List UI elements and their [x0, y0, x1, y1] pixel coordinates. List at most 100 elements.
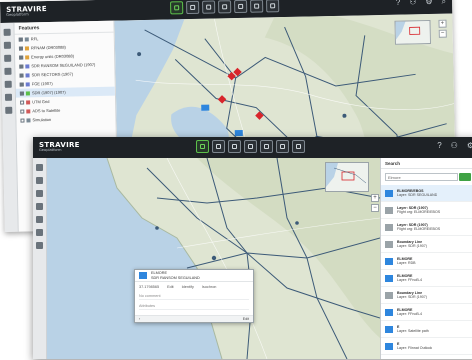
zoom-out-button[interactable]: − — [438, 29, 447, 38]
layer-checkbox[interactable] — [18, 37, 23, 42]
popup-subtitle: SDR RANSOM SEGUILAND — [151, 275, 200, 280]
popup-footer: ‹ Edit — [135, 315, 253, 322]
map-tool-button[interactable] — [170, 1, 184, 15]
map-icon — [200, 144, 205, 149]
person-rail-icon[interactable] — [4, 80, 12, 88]
layer-checkbox[interactable] — [19, 64, 24, 69]
layer-checkbox[interactable] — [20, 100, 25, 105]
result-subtitle: Flight org: ELMORE/EBOS — [397, 227, 441, 231]
chat-tool-button[interactable] — [186, 0, 200, 15]
calendar-tool-button[interactable] — [250, 0, 264, 13]
layer-checkbox[interactable] — [19, 55, 24, 60]
popup-edit-button[interactable]: Edit — [243, 317, 249, 321]
calendar-icon — [280, 144, 285, 149]
popup-edit-action[interactable]: Edit — [167, 285, 174, 289]
search-result[interactable]: E Layer: Flinnat Outlook — [381, 338, 472, 355]
routes-tool-button[interactable] — [244, 140, 257, 153]
layers-icon — [296, 144, 301, 149]
layer-row[interactable]: Simulation — [16, 114, 115, 125]
layer-checkbox[interactable] — [20, 109, 25, 114]
layers-rail-icon[interactable] — [36, 164, 43, 171]
popup-attributes-field[interactable]: Attributes — [139, 304, 249, 310]
layer-checkbox[interactable] — [19, 82, 24, 87]
zoom-out-button[interactable]: − — [371, 204, 379, 212]
document-tool-button[interactable] — [202, 0, 216, 14]
layer-checkbox[interactable] — [19, 91, 24, 96]
star-rail-icon[interactable] — [36, 203, 43, 210]
popup-identify-action[interactable]: Identify — [182, 285, 194, 289]
lock-rail-icon[interactable] — [36, 229, 43, 236]
layer-swatch-icon — [25, 54, 30, 59]
result-subtitle: Layer: RDB — [397, 261, 416, 265]
map-tool-button[interactable] — [196, 140, 209, 153]
calendar-icon — [254, 3, 260, 9]
search-result[interactable]: Layer: SDR (1907) Flight org: ELMORE/EBOS — [381, 219, 472, 236]
layer-label: SDR SECTORS (1907) — [31, 71, 74, 78]
layer-label: SDR RANSOM SEGUILAND (1907) — [31, 62, 96, 69]
result-type-icon — [385, 240, 393, 248]
zoom-in-button[interactable]: + — [438, 19, 447, 28]
sliders-tool-button[interactable] — [234, 0, 248, 14]
star-rail-icon[interactable] — [4, 67, 12, 75]
result-type-icon — [385, 291, 393, 299]
transport-rail-icon[interactable] — [36, 242, 43, 249]
layer-checkbox[interactable] — [18, 46, 24, 51]
person-rail-icon[interactable] — [36, 216, 43, 223]
layers-tool-button[interactable] — [266, 0, 280, 13]
search-button[interactable] — [459, 173, 471, 181]
search-input[interactable]: Elmore — [385, 173, 458, 181]
chat-icon — [190, 4, 196, 11]
layer-swatch-icon — [24, 45, 30, 50]
layer-label: Simulation — [32, 116, 52, 123]
search-result[interactable]: ELMORE/EBOS Layer: SDR SEGUILAND — [381, 185, 472, 202]
result-subtitle: Layer: SDR SEGUILAND — [397, 193, 438, 197]
search-result[interactable]: ELMORE Layer: FFnoB-4 — [381, 270, 472, 287]
transport-rail-icon[interactable] — [5, 106, 13, 114]
layers-rail-icon[interactable] — [3, 28, 11, 36]
user-icon[interactable]: ⚇ — [451, 141, 458, 150]
layer-checkbox[interactable] — [19, 73, 24, 78]
lock-rail-icon[interactable] — [4, 93, 13, 101]
zoom-in-button[interactable]: + — [371, 194, 379, 202]
front-overview-map[interactable] — [325, 162, 369, 192]
search-icon[interactable]: ⌕ — [442, 0, 447, 7]
search-result[interactable]: ELMORE Layer: RDB — [381, 253, 472, 270]
search-result[interactable]: E Layer: Satellite path — [381, 321, 472, 338]
list-rail-icon[interactable] — [3, 41, 11, 49]
search-result[interactable]: Layer: SDR (1907) Flight org: ELMORE/EBOS — [381, 202, 472, 219]
layer-checkbox[interactable] — [20, 118, 25, 123]
layers-list: RFL RFNAM (DR03088) Energy units (DR03088)… — [15, 33, 116, 125]
popup-back-button[interactable]: ‹ — [139, 317, 140, 321]
calendar-tool-button[interactable] — [276, 140, 289, 153]
settings-icon[interactable]: ⚙ — [425, 0, 432, 7]
layers-tool-button[interactable] — [292, 140, 305, 153]
front-map-view[interactable]: + − — [47, 158, 380, 359]
help-icon[interactable]: ? — [396, 0, 401, 8]
feature-popup[interactable]: ELMORE SDR RANSOM SEGUILAND 37.1798565 E… — [134, 269, 254, 323]
pin-rail-icon[interactable] — [36, 190, 43, 197]
sliders-tool-button[interactable] — [260, 140, 273, 153]
layer-swatch-icon — [26, 108, 31, 113]
document-tool-button[interactable] — [228, 140, 241, 153]
search-result[interactable]: Boundary Line Layer: SDR (1907) — [381, 236, 472, 253]
popup-comment-field[interactable]: No comment — [139, 294, 249, 300]
help-icon[interactable]: ? — [437, 141, 441, 150]
user-icon[interactable]: ⚇ — [409, 0, 416, 7]
layer-label: Energy units (DR03088) — [31, 53, 75, 60]
layer-swatch-icon — [25, 72, 30, 77]
result-subtitle: Layer: FFnoB-4 — [397, 312, 422, 316]
pin-rail-icon[interactable] — [4, 54, 12, 62]
chat-tool-button[interactable] — [212, 140, 225, 153]
search-result[interactable]: ELMORE Layer: FFnoB-4 — [381, 304, 472, 321]
result-type-icon — [385, 206, 393, 214]
routes-icon — [222, 4, 228, 10]
search-result[interactable]: Boundary Line Layer: SDR (1907) — [381, 287, 472, 304]
list-rail-icon[interactable] — [36, 177, 43, 184]
popup-isochron-action[interactable]: Isochron — [202, 285, 217, 289]
top-bar: STRAVIRE Geoplatform ? ⚇ ⚙ — [33, 137, 472, 158]
routes-tool-button[interactable] — [218, 0, 232, 14]
app-logo: STRAVIRE Geoplatform — [39, 142, 80, 153]
back-overview-map[interactable] — [394, 19, 431, 45]
popup-coordinates: 37.1798565 — [139, 285, 160, 289]
settings-icon[interactable]: ⚙ — [467, 141, 472, 150]
